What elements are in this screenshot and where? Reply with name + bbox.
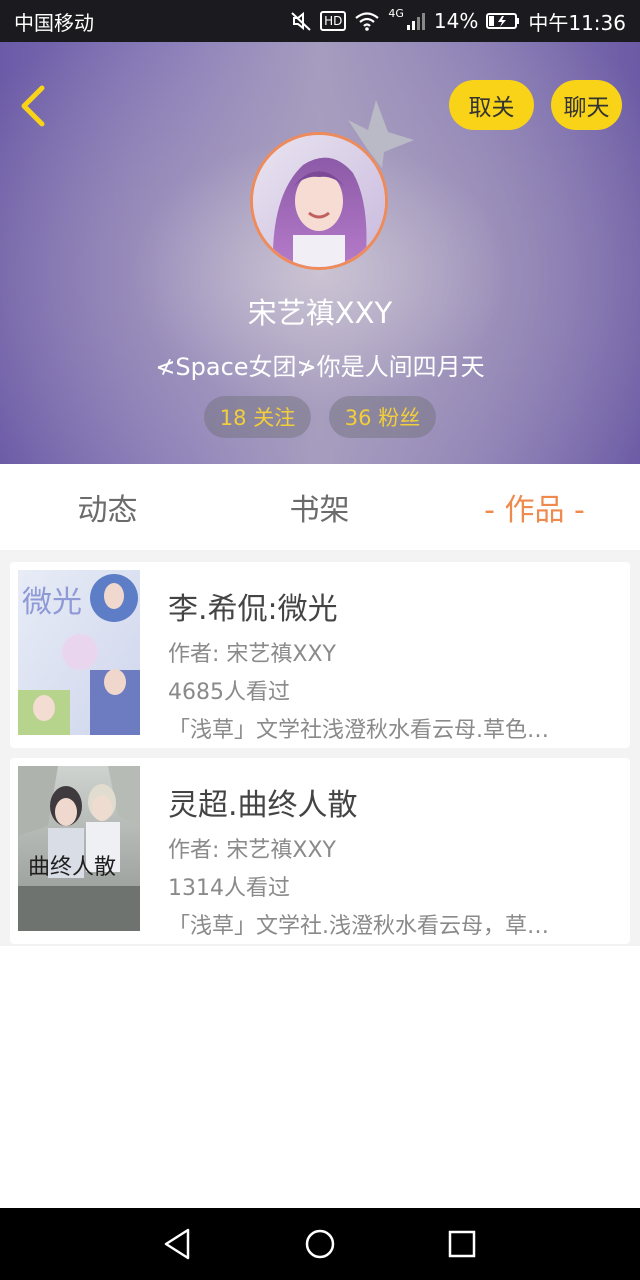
unfollow-button[interactable]: 取关: [449, 80, 534, 130]
tab-works[interactable]: - 作品 -: [462, 464, 607, 550]
chat-button[interactable]: 聊天: [551, 80, 622, 130]
avatar[interactable]: [250, 132, 388, 270]
list-item[interactable]: 微光 李.希侃:微光 作者: 宋艺禛XXY 4685人看过 「浅草」文学社浅澄秋…: [10, 562, 630, 748]
book-description: 「浅草」文学社.浅澄秋水看云母，草…: [168, 914, 549, 939]
book-views: 1314人看过: [168, 876, 290, 901]
battery-icon: [486, 12, 520, 30]
profile-header: 取关 聊天 宋艺禛XXY ≮Space女团≯你是人间四月天 18 关注 36 粉…: [0, 42, 640, 464]
nav-recent-button[interactable]: [442, 1224, 482, 1264]
book-title[interactable]: 灵超.曲终人散: [168, 780, 358, 824]
book-title[interactable]: 李.希侃:微光: [168, 584, 338, 628]
status-bar: 中国移动 HD 4G 14% 中午11:36: [0, 0, 640, 42]
fans-count[interactable]: 36 粉丝: [329, 396, 436, 438]
book-cover[interactable]: 微光: [18, 570, 140, 735]
signature: ≮Space女团≯你是人间四月天: [155, 353, 485, 381]
book-description: 「浅草」文学社浅澄秋水看云母.草色…: [168, 718, 549, 743]
clock: 中午11:36: [528, 10, 626, 35]
book-views: 4685人看过: [168, 680, 290, 705]
username: 宋艺禛XXY: [247, 296, 393, 330]
book-author: 作者: 宋艺禛XXY: [168, 838, 336, 863]
circle-home-icon: [305, 1229, 335, 1259]
triangle-back-icon: [164, 1228, 190, 1260]
back-button[interactable]: [14, 82, 54, 130]
book-author: 作者: 宋艺禛XXY: [168, 642, 336, 667]
works-list: 微光 李.希侃:微光 作者: 宋艺禛XXY 4685人看过 「浅草」文学社浅澄秋…: [0, 550, 640, 946]
list-item[interactable]: 曲终人散 灵超.曲终人散 作者: 宋艺禛XXY 1314人看过 「浅草」文学社.…: [10, 758, 630, 944]
chevron-left-icon: [21, 85, 45, 127]
mute-icon: [290, 10, 312, 32]
status-icons: HD 4G 14% 中午11:36: [290, 7, 626, 36]
wifi-icon: [354, 11, 380, 31]
square-recent-icon: [448, 1230, 476, 1258]
profile-tabs: 动态 书架 - 作品 -: [0, 464, 640, 550]
carrier-label: 中国移动: [14, 10, 94, 35]
cover-title-text: 曲终人散: [28, 855, 116, 880]
nav-back-button[interactable]: [158, 1224, 198, 1264]
signal-icon: [406, 11, 426, 31]
cover-title-text: 微光: [22, 585, 82, 620]
nav-home-button[interactable]: [300, 1224, 340, 1264]
tab-bookshelf[interactable]: 书架: [252, 464, 387, 550]
book-cover[interactable]: 曲终人散: [18, 766, 140, 931]
system-nav-bar: [0, 1208, 640, 1280]
battery-percent: 14%: [433, 9, 479, 33]
hd-badge: HD: [320, 11, 347, 31]
network-badge: 4G: [388, 6, 404, 20]
tab-dynamic[interactable]: 动态: [40, 464, 175, 550]
following-count[interactable]: 18 关注: [204, 396, 311, 438]
